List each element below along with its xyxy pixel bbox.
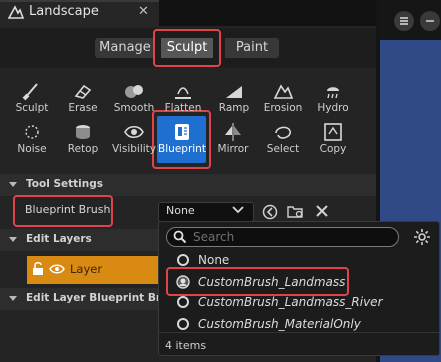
tool-label: Select — [266, 143, 300, 155]
tool-ramp[interactable]: Ramp — [208, 80, 260, 120]
tool-select[interactable]: Select — [257, 121, 309, 161]
close-icon[interactable]: ✕ — [138, 4, 149, 19]
viewport-options-icon[interactable] — [420, 11, 440, 31]
tool-retop[interactable]: Retop — [57, 121, 109, 161]
select-icon — [272, 121, 294, 143]
tool-label: Smooth — [113, 102, 155, 114]
search-placeholder: Search — [193, 230, 235, 244]
mode-manage-button[interactable]: Manage — [95, 38, 155, 58]
tool-label: Visibility — [111, 143, 156, 155]
ramp-icon — [223, 80, 245, 102]
tool-label: Retop — [67, 143, 99, 155]
tab-title: Landscape — [29, 4, 99, 19]
hydro-icon — [322, 80, 344, 102]
gear-icon[interactable] — [413, 228, 431, 246]
tool-label: Sculpt — [15, 102, 49, 114]
tool-label: Hydro — [317, 102, 349, 114]
search-icon — [173, 230, 187, 244]
section-title: Edit Layers — [26, 233, 92, 245]
landmass-highlight — [166, 267, 349, 296]
visibility-eye-icon — [123, 121, 145, 143]
option-label: CustomBrush_MaterialOnly — [198, 317, 361, 331]
tool-label: Erase — [68, 102, 98, 114]
flatten-icon — [172, 80, 194, 102]
lock-icon[interactable] — [32, 262, 44, 276]
mode-paint-button[interactable]: Paint — [225, 38, 279, 58]
tool-mirror[interactable]: Mirror — [207, 121, 259, 161]
erosion-icon — [272, 80, 294, 102]
option-label: CustomBrush_Landmass_River — [198, 295, 383, 309]
tool-smooth[interactable]: Smooth — [108, 80, 160, 120]
tool-blueprint[interactable]: Blueprint — [156, 121, 208, 161]
blueprint-icon — [171, 121, 193, 143]
collapse-arrow-icon — [9, 237, 17, 242]
item-count: 4 items — [165, 339, 207, 352]
section-title: Tool Settings — [26, 178, 104, 190]
dropdown-value: None — [166, 204, 195, 217]
collapse-arrow-icon — [9, 296, 17, 301]
layer-name: Layer — [70, 262, 103, 276]
tool-hydro[interactable]: Hydro — [307, 80, 359, 120]
radio-empty-icon — [176, 253, 190, 267]
tool-label: Ramp — [218, 102, 250, 114]
retop-icon — [72, 121, 94, 143]
blueprint-brush-highlight — [13, 195, 113, 227]
landscape-mountain-icon — [8, 4, 24, 20]
tool-copy[interactable]: Copy — [307, 121, 359, 161]
collapse-arrow-icon — [9, 182, 17, 187]
copy-icon — [322, 121, 344, 143]
tool-erase[interactable]: Erase — [57, 80, 109, 120]
sculpt-brush-icon — [21, 80, 43, 102]
tool-label: Erosion — [263, 102, 303, 114]
option-label: None — [198, 253, 230, 267]
radio-empty-icon — [176, 317, 190, 331]
tool-sculpt[interactable]: Sculpt — [6, 80, 58, 120]
radio-empty-icon — [176, 295, 190, 309]
tool-label: Copy — [319, 143, 347, 155]
tool-flatten[interactable]: Flatten — [157, 80, 209, 120]
browse-folder-icon[interactable] — [287, 203, 305, 219]
section-tool-settings[interactable]: Tool Settings — [0, 174, 376, 196]
erase-icon — [72, 80, 94, 102]
chevron-down-icon — [232, 206, 244, 214]
noise-icon — [21, 121, 43, 143]
tool-label: Mirror — [217, 143, 249, 155]
tool-label: Blueprint — [158, 143, 206, 155]
use-selected-icon[interactable] — [262, 204, 278, 220]
tool-label: Noise — [17, 143, 47, 155]
tool-label: Flatten — [164, 102, 202, 114]
hamburger-menu-icon[interactable] — [394, 11, 414, 31]
visibility-eye-icon[interactable] — [49, 263, 65, 275]
divider — [159, 332, 439, 333]
tool-visibility[interactable]: Visibility — [108, 121, 160, 161]
mirror-icon — [222, 121, 244, 143]
sculpt-highlight — [153, 29, 221, 67]
clear-x-icon[interactable] — [315, 204, 329, 218]
tool-erosion[interactable]: Erosion — [257, 80, 309, 120]
smooth-icon — [123, 80, 145, 102]
tool-noise[interactable]: Noise — [6, 121, 58, 161]
